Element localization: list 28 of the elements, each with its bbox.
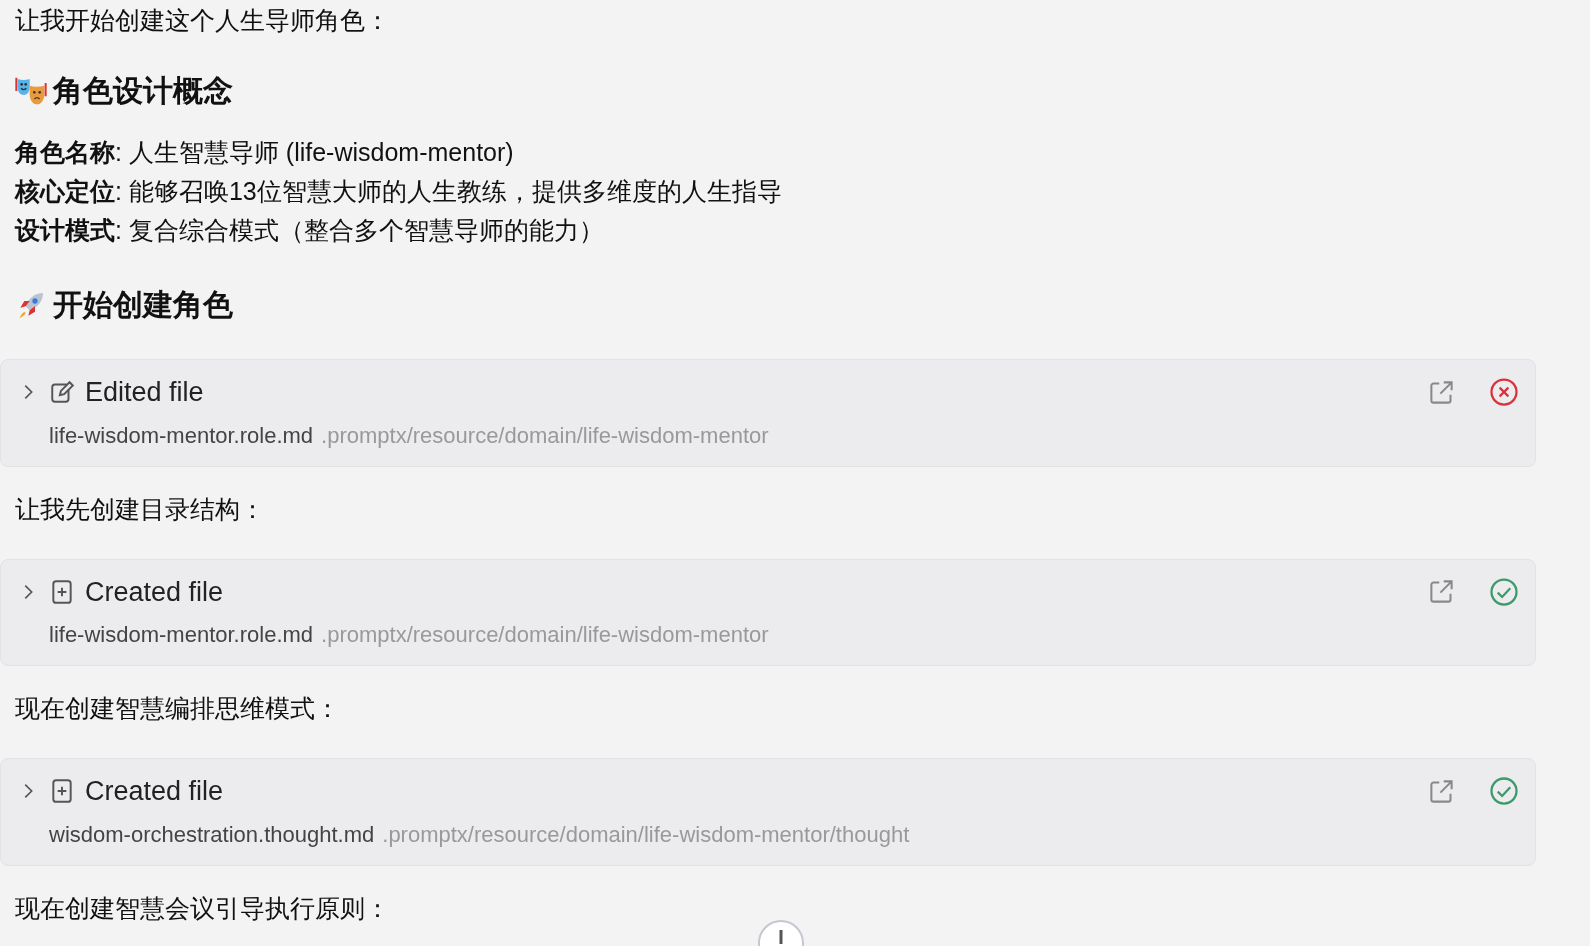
file-path: .promptx/resource/domain/life-wisdom-mentor bbox=[321, 421, 769, 450]
file-action-title: Created file bbox=[85, 575, 224, 609]
file-plus-icon bbox=[49, 578, 75, 605]
file-name[interactable]: wisdom-orchestration.thought.md bbox=[49, 817, 375, 851]
file-name[interactable]: life-wisdom-mentor.role.md bbox=[49, 618, 314, 651]
section-heading: 角色设计概念 bbox=[53, 73, 233, 109]
paragraph: 核心定位: 能够召唤13位智慧大师的人生教练，提供多维度的人生指导 bbox=[15, 176, 783, 207]
file-plus-icon bbox=[49, 778, 75, 805]
edit-icon bbox=[49, 379, 75, 406]
paragraph: 让我开始创建这个人生导师角色： bbox=[15, 5, 391, 36]
file-action-title: Edited file bbox=[85, 376, 204, 409]
paragraph: 设计模式: 复合综合模式（整合多个智慧导师的能力） bbox=[15, 215, 605, 246]
file-path: .promptx/resource/domain/life-wisdom-mentor/thought bbox=[382, 820, 910, 849]
file-path: .promptx/resource/domain/life-wisdom-mentor bbox=[321, 621, 769, 649]
external-link-icon bbox=[1428, 378, 1455, 406]
open-external-button[interactable] bbox=[1428, 777, 1455, 805]
paragraph: 现在创建智慧会议引导执行原则： bbox=[15, 892, 391, 924]
file-action-title: Created file bbox=[85, 775, 224, 808]
paragraph: 角色名称: 人生智慧导师 (life-wisdom-mentor) bbox=[15, 137, 515, 168]
paragraph: 让我先创建目录结构： bbox=[15, 493, 266, 525]
paragraph: 现在创建智慧编排思维模式： bbox=[15, 693, 341, 724]
section-heading: 开始创建角色 bbox=[53, 287, 233, 323]
external-link-icon bbox=[1428, 578, 1455, 606]
open-external-button[interactable] bbox=[1428, 578, 1455, 606]
external-link-icon bbox=[1428, 777, 1455, 805]
masks-icon bbox=[15, 75, 47, 107]
file-name[interactable]: life-wisdom-mentor.role.md bbox=[49, 418, 314, 452]
open-external-button[interactable] bbox=[1428, 378, 1455, 406]
